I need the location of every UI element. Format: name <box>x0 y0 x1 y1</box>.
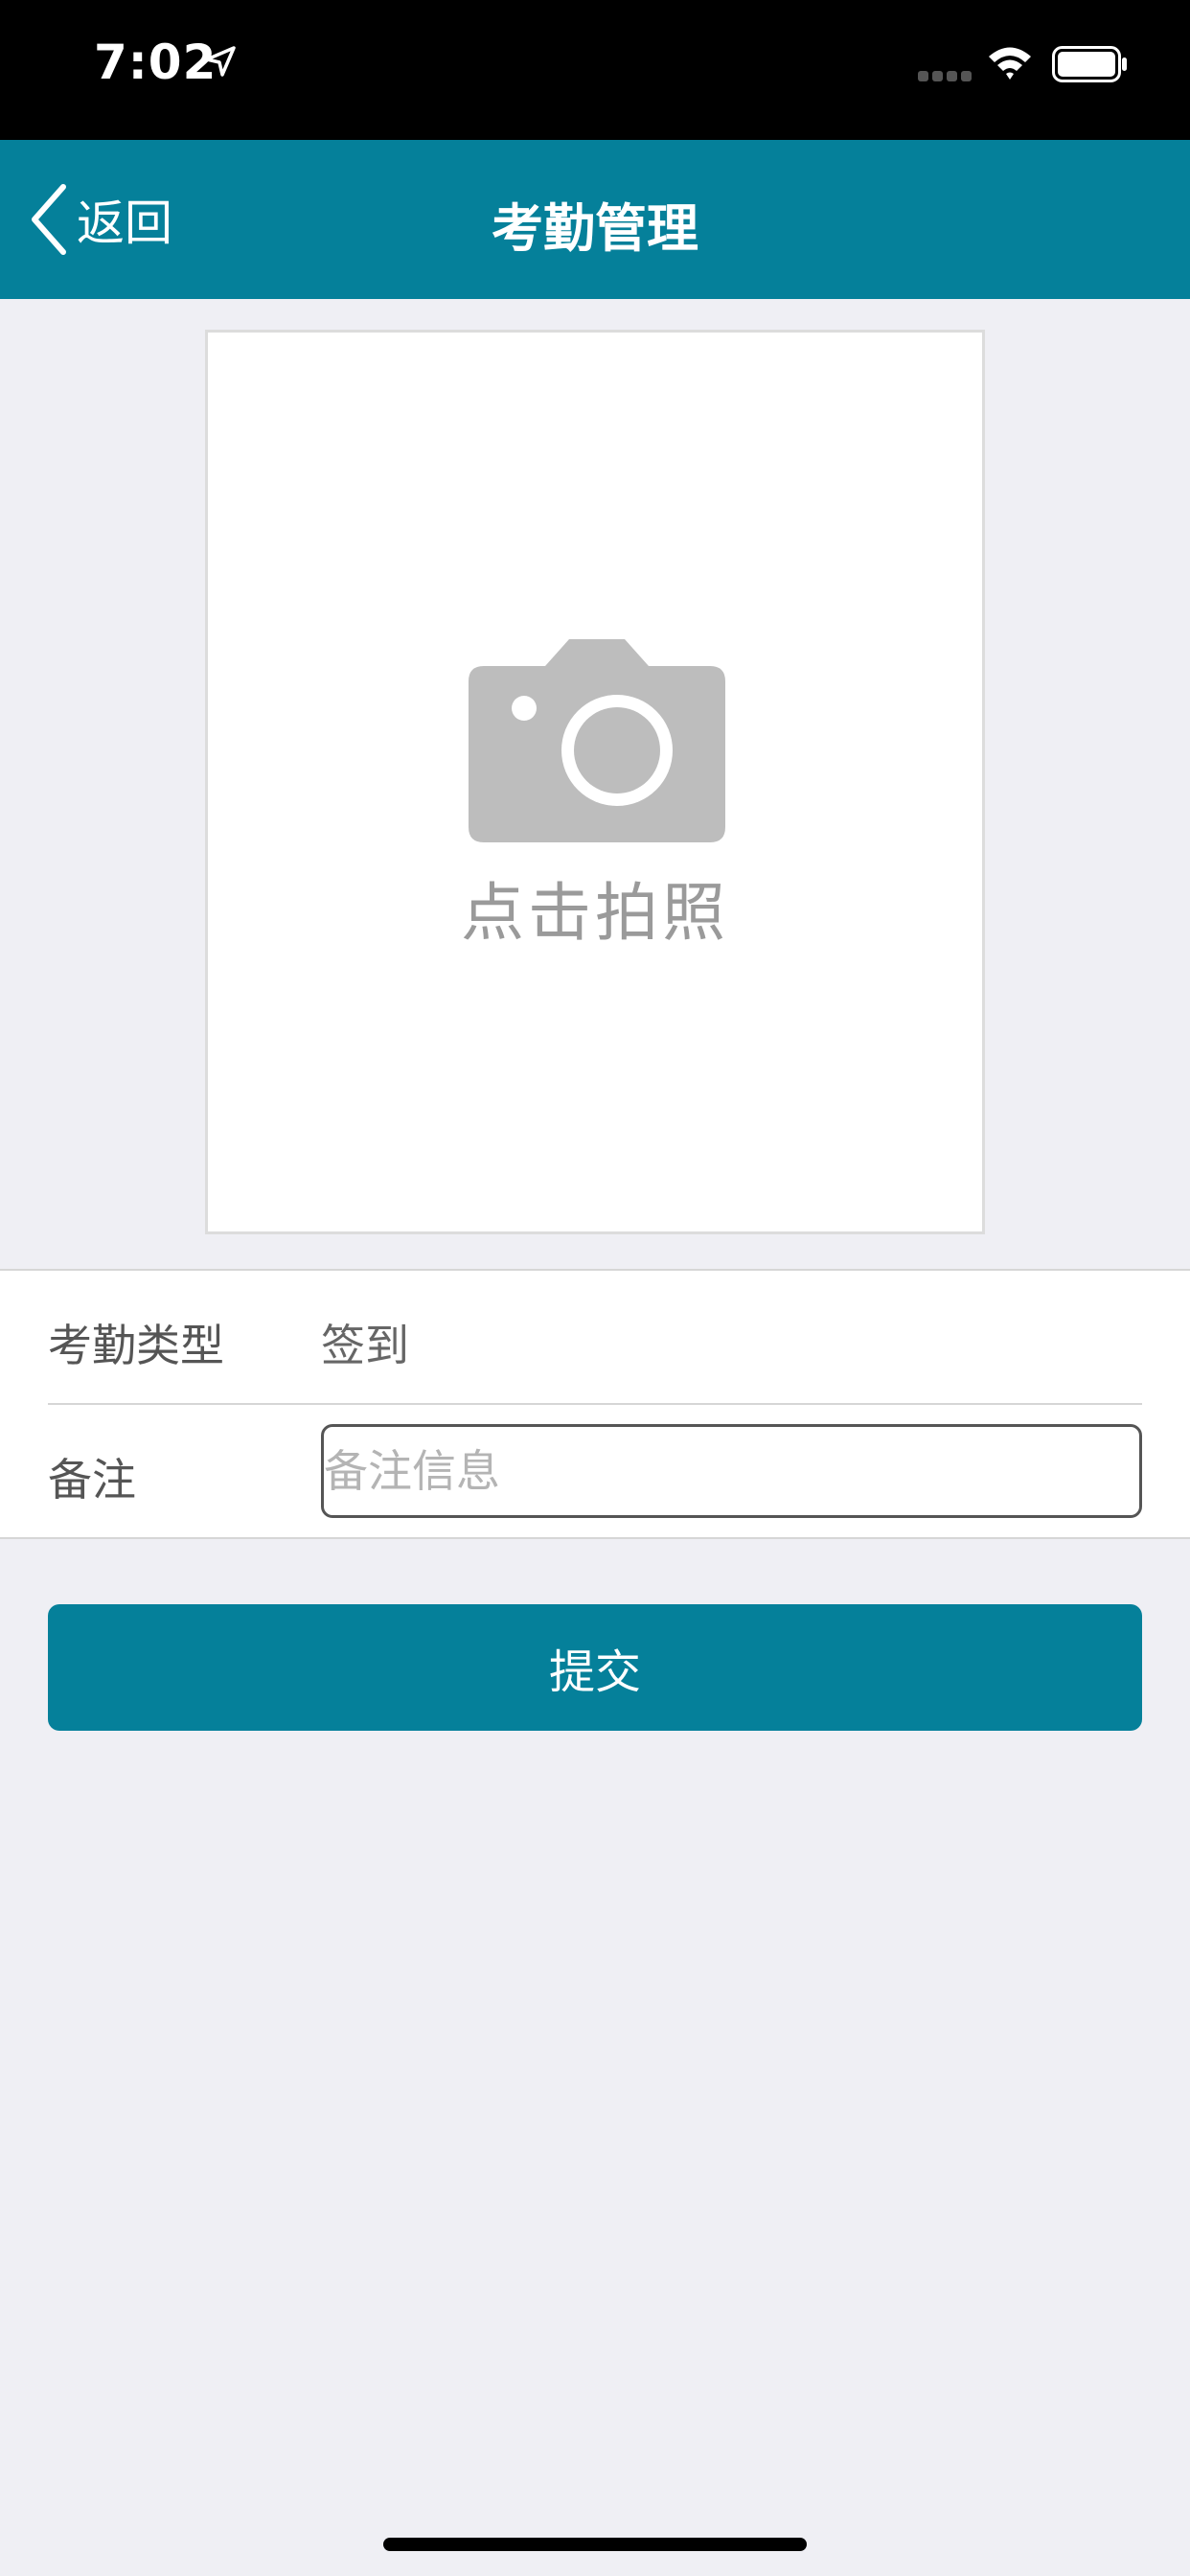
remark-label: 备注 <box>48 1454 136 1506</box>
page-title: 考勤管理 <box>492 198 698 259</box>
take-photo-label: 点击拍照 <box>461 876 729 950</box>
attendance-type-value: 签到 <box>321 1320 409 1371</box>
nav-bar: 返回 考勤管理 <box>0 140 1190 299</box>
location-arrow-icon <box>205 46 236 77</box>
attendance-type-label: 考勤类型 <box>48 1320 224 1371</box>
submit-button[interactable]: 提交 <box>48 1604 1142 1731</box>
attendance-type-row: 考勤类型 签到 <box>48 1271 1142 1405</box>
battery-icon <box>1052 46 1127 82</box>
attendance-screen: 7:02 返回 考勤管理 点击拍照 考勤类型 签到 备注 备注信息 提交 <box>0 0 1190 2576</box>
camera-icon <box>469 639 725 842</box>
remark-row: 备注 <box>48 1405 1142 1539</box>
signal-icon <box>918 71 972 81</box>
status-time: 7:02 <box>94 34 217 90</box>
wifi-icon <box>989 47 1031 80</box>
status-bar: 7:02 <box>0 0 1190 140</box>
remark-input[interactable] <box>321 1424 1142 1518</box>
attendance-form: 考勤类型 签到 备注 <box>0 1269 1190 1539</box>
take-photo-area[interactable]: 点击拍照 <box>205 330 985 1234</box>
home-indicator <box>383 2538 807 2551</box>
